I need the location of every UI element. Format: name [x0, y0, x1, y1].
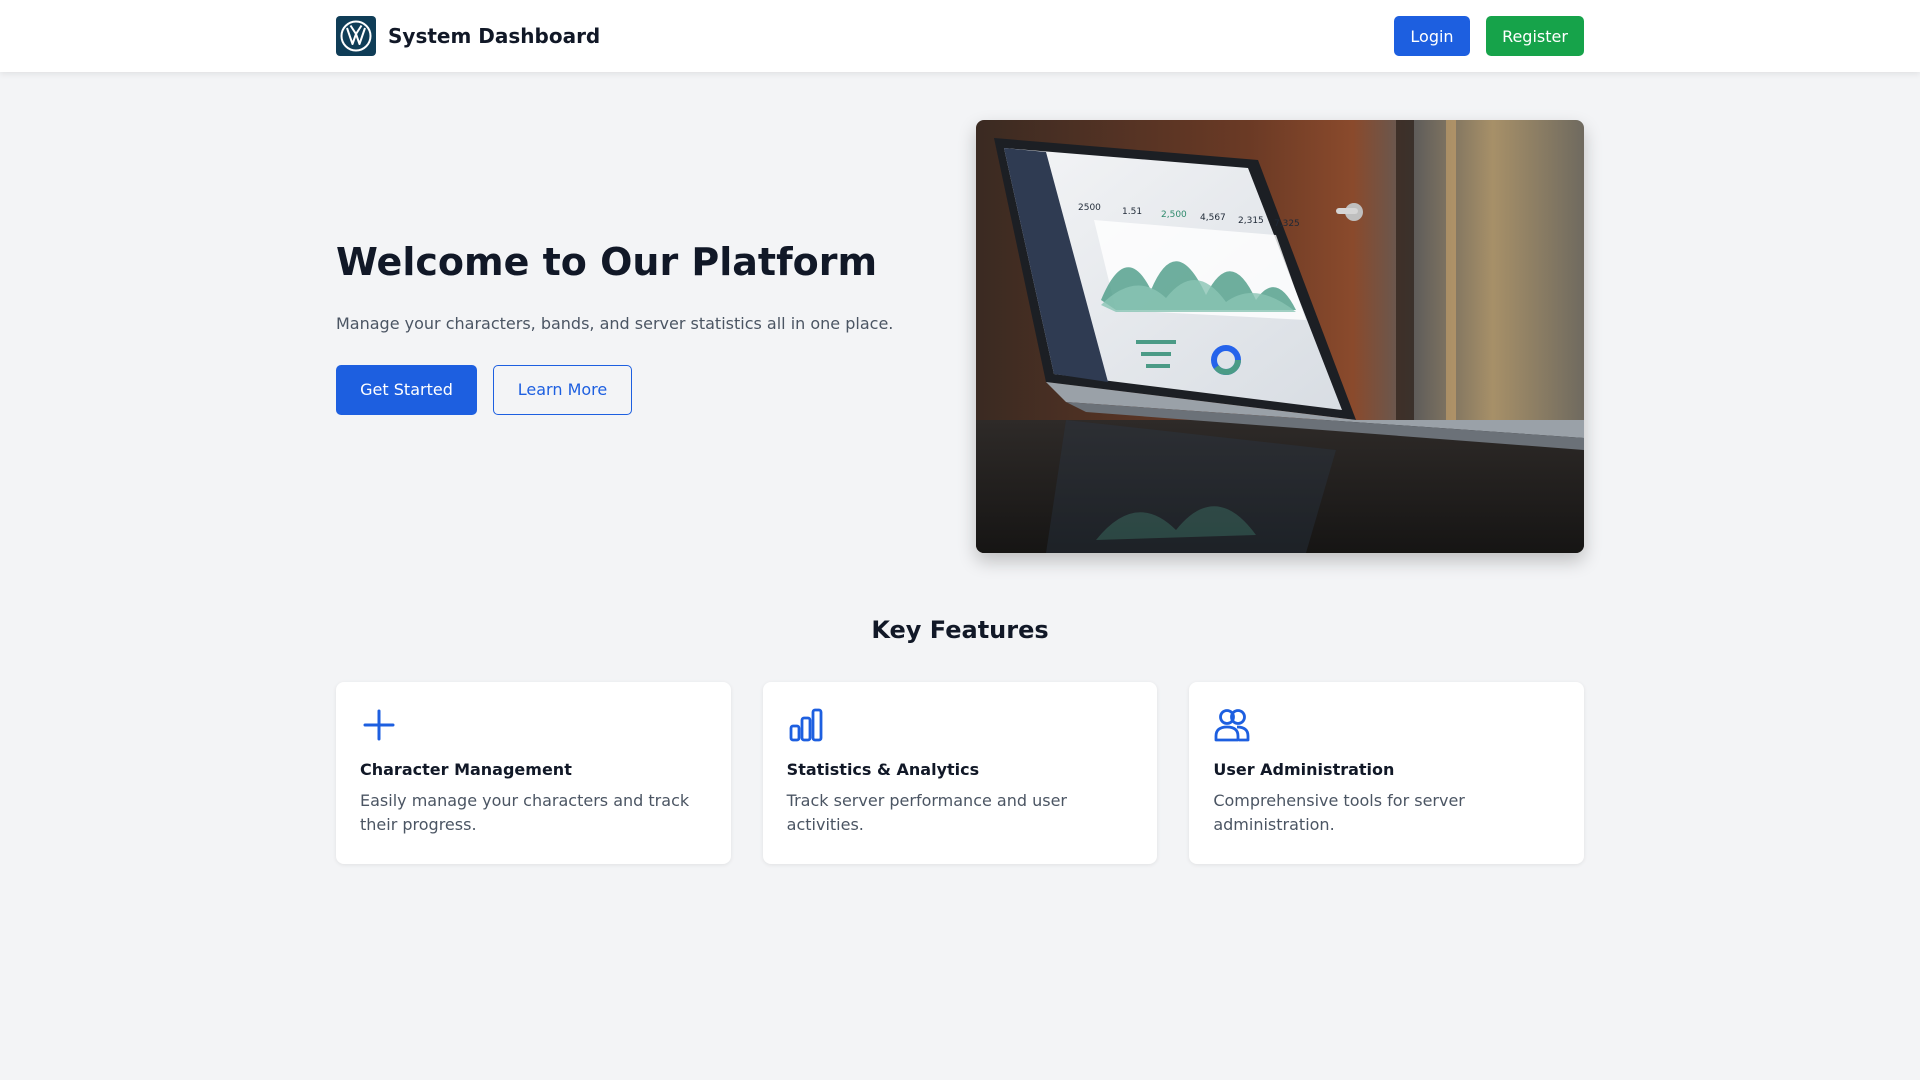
feature-title: Statistics & Analytics — [786, 760, 980, 779]
features-grid: Character Management Easily manage your … — [336, 682, 1585, 864]
logo-icon — [336, 16, 376, 56]
feature-description: Easily manage your characters and track … — [360, 791, 690, 834]
hero-subtitle: Manage your characters, bands, and serve… — [336, 313, 894, 333]
feature-card-user-administration: User Administration Comprehensive tools … — [1189, 682, 1585, 864]
laptop-stat-2: 1.51 — [1122, 207, 1142, 217]
register-button[interactable]: Register — [1486, 16, 1584, 56]
laptop-stat-1: 2500 — [1078, 203, 1101, 213]
hero-image: 2500 1.51 2,500 4,567 2,315 7,325 — [976, 120, 1584, 553]
feature-card-character-management: Character Management Easily manage your … — [336, 682, 731, 864]
login-button[interactable]: Login — [1394, 16, 1470, 56]
brand-title: System Dashboard — [388, 24, 601, 48]
features-title: Key Features — [871, 616, 1049, 644]
nav-actions: Login Register — [1394, 16, 1584, 56]
get-started-button[interactable]: Get Started — [336, 364, 477, 415]
hero-section: Welcome to Our Platform Manage your char… — [336, 240, 936, 415]
feature-card-statistics-analytics: Statistics & Analytics Track server perf… — [762, 682, 1158, 864]
hero-buttons: Get Started Learn More — [336, 364, 936, 415]
hero-title: Welcome to Our Platform — [336, 240, 878, 284]
learn-more-button[interactable]: Learn More — [493, 364, 632, 415]
plus-icon — [363, 709, 395, 741]
bar-chart-icon — [789, 708, 823, 742]
brand[interactable]: System Dashboard — [336, 16, 600, 56]
navbar: System Dashboard Login Register — [0, 0, 1920, 72]
feature-description: Comprehensive tools for server administr… — [1213, 791, 1465, 834]
navbar-inner: System Dashboard Login Register — [336, 0, 1584, 72]
laptop-stat-5: 2,315 — [1238, 216, 1264, 226]
laptop-stat-3: 2,500 — [1161, 210, 1187, 220]
feature-description: Track server performance and user activi… — [786, 791, 1067, 834]
laptop-stat-6: 7,325 — [1274, 219, 1300, 229]
users-icon — [1214, 709, 1250, 742]
feature-title: User Administration — [1213, 760, 1395, 779]
feature-title: Character Management — [360, 760, 572, 779]
laptop-photo: 2500 1.51 2,500 4,567 2,315 7,325 — [976, 120, 1584, 553]
laptop-stat-4: 4,567 — [1200, 213, 1226, 223]
